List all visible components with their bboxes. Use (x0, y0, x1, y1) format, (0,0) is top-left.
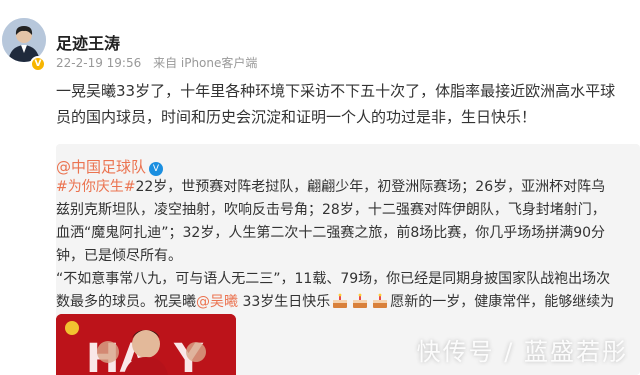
cake-emoji-icon (333, 293, 348, 308)
blue-verified-icon: V (149, 162, 164, 176)
repost-image[interactable]: HA Y (56, 314, 236, 375)
repost-author[interactable]: @中国足球队 V (56, 156, 164, 177)
cake-emoji-icon (353, 293, 368, 308)
post-time[interactable]: 22-2-19 19:56 (56, 56, 141, 70)
repost-text-1: 22岁，世预赛对阵老挝队，翩翩少年，初登洲际赛场；26岁，亚洲杯对阵乌兹别克斯坦… (56, 179, 606, 264)
cake-emoji-icon (373, 293, 388, 308)
post-meta: 22-2-19 19:56 来自 iPhone客户端 (56, 54, 265, 71)
watermark: 快传号 / 蓝盛若彤 (416, 338, 628, 366)
post-source: 来自 iPhone客户端 (153, 56, 258, 70)
repost-text-3: 33岁生日快乐 (238, 294, 331, 310)
repost-text: #为你庆生#22岁，世预赛对阵老挝队，翩翩少年，初登洲际赛场；26岁，亚洲杯对阵… (56, 176, 616, 337)
weibo-post: V 足迹王涛 22-2-19 19:56 来自 iPhone客户端 一晃吴曦33… (0, 0, 640, 375)
verified-badge-icon: V (30, 56, 46, 72)
birthday-photo-icon: HA Y (56, 314, 236, 375)
repost-author-name[interactable]: @中国足球队 (56, 158, 146, 176)
mention-link[interactable]: @吴曦 (196, 294, 238, 310)
post-body: 一晃吴曦33岁了，十年里各种环境下采访不下五十次了，体脂率最接近欧洲高水平球员的… (56, 82, 616, 126)
author-name[interactable]: 足迹王涛 (56, 30, 120, 54)
hashtag-link[interactable]: #为你庆生# (56, 179, 135, 195)
